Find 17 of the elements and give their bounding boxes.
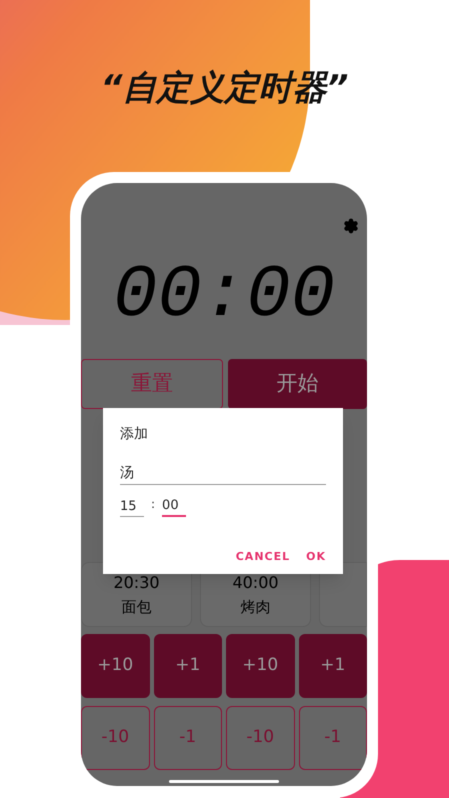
increment-button[interactable]: +10	[226, 634, 294, 698]
increment-button[interactable]: +1	[298, 634, 367, 698]
time-separator: :	[151, 496, 156, 513]
minutes-field[interactable]: 15	[120, 495, 144, 517]
settings-icon[interactable]	[343, 218, 359, 234]
timer-display: 00:00	[112, 256, 336, 336]
preset-time: 20:30	[113, 572, 160, 592]
preset-card[interactable]	[319, 562, 367, 627]
preset-name: 面包	[122, 596, 152, 616]
start-button[interactable]: 开始	[228, 359, 367, 409]
preset-time: 40:00	[232, 572, 279, 592]
preset-name: 烤肉	[240, 596, 270, 616]
increment-button[interactable]: +10	[81, 634, 150, 698]
dialog-title: 添加	[120, 425, 149, 444]
seconds-field[interactable]: 00	[162, 495, 186, 517]
name-field[interactable]: 汤	[120, 459, 326, 485]
increment-button[interactable]: +1	[154, 634, 222, 698]
